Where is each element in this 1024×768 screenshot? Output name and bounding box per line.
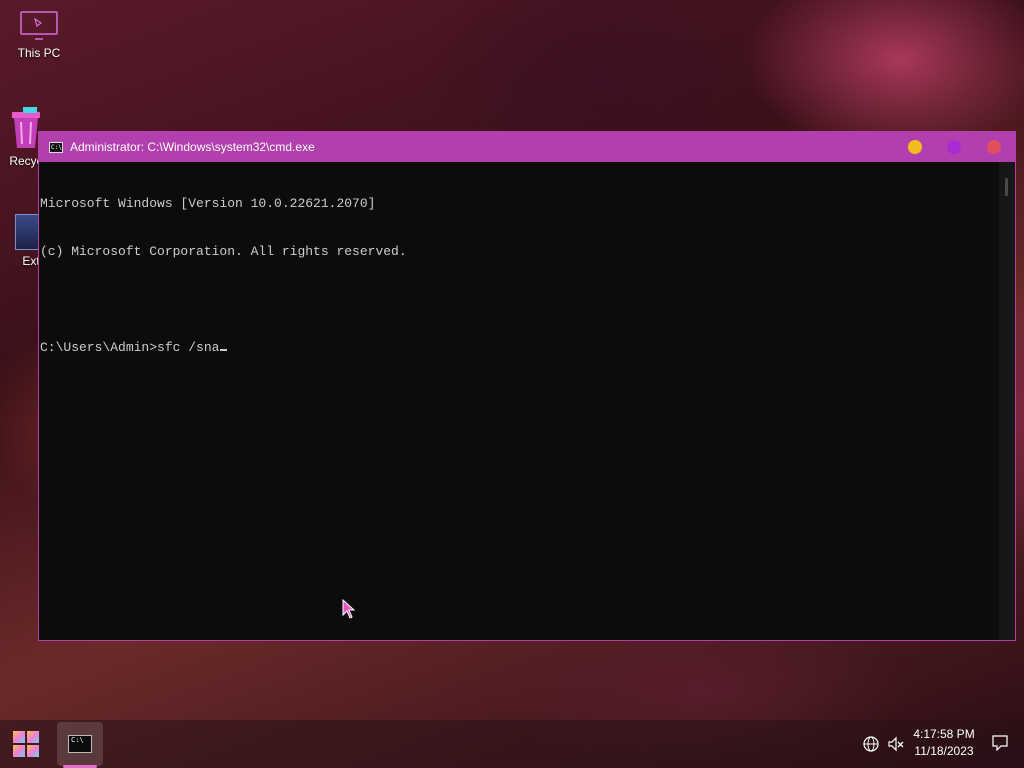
volume-muted-icon[interactable] xyxy=(887,735,905,753)
mouse-pointer-icon xyxy=(342,599,356,619)
clock[interactable]: 4:17:58 PM 11/18/2023 xyxy=(904,726,984,760)
globe-icon[interactable] xyxy=(862,735,880,753)
desktop-icon-this-pc[interactable]: This PC xyxy=(1,10,77,60)
taskbar-app-command-prompt[interactable]: C:\ xyxy=(57,722,103,766)
terminal-icon: C:\ xyxy=(49,141,63,153)
terminal-icon: C:\ xyxy=(68,735,92,753)
vertical-scrollbar[interactable] xyxy=(999,162,1015,640)
console-line: Microsoft Windows [Version 10.0.22621.20… xyxy=(40,196,376,211)
console-prompt-line: C:\Users\Admin>sfc /sna xyxy=(40,340,1001,356)
console-line: (c) Microsoft Corporation. All rights re… xyxy=(40,244,407,259)
taskbar: C:\ 4:17:58 PM 11/18/2023 xyxy=(0,720,1024,768)
notification-icon[interactable] xyxy=(992,735,1008,751)
minimize-button[interactable] xyxy=(908,140,922,154)
monitor-icon xyxy=(20,11,58,40)
scroll-thumb[interactable] xyxy=(1005,178,1008,196)
console-prompt: C:\Users\Admin>sfc /sna xyxy=(40,340,220,355)
windows-logo-icon xyxy=(13,731,39,757)
close-button[interactable] xyxy=(987,140,1001,154)
desktop-icon-label: This PC xyxy=(17,46,61,60)
titlebar[interactable]: C:\ Administrator: C:\Windows\system32\c… xyxy=(39,132,1015,162)
start-button[interactable] xyxy=(8,726,44,762)
cmd-window: C:\ Administrator: C:\Windows\system32\c… xyxy=(38,131,1016,641)
window-title: Administrator: C:\Windows\system32\cmd.e… xyxy=(70,140,315,154)
text-cursor xyxy=(220,349,228,351)
console-output[interactable]: Microsoft Windows [Version 10.0.22621.20… xyxy=(39,162,1001,640)
maximize-button[interactable] xyxy=(947,140,961,154)
clock-time: 4:17:58 PM xyxy=(913,727,975,741)
clock-date: 11/18/2023 xyxy=(914,744,974,758)
